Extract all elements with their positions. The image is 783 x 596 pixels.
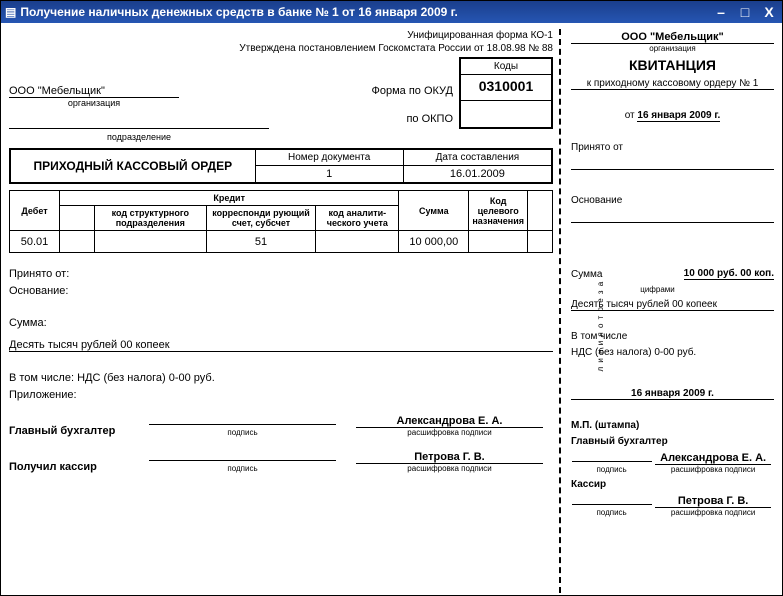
basis: Основание: [9,285,553,297]
td-target [469,231,528,253]
sum-words: Десять тысяч рублей 00 копеек [9,339,553,352]
form-name: Унифицированная форма КО-1 [9,29,553,42]
td-corr: 51 [206,231,316,253]
th-sum: Сумма [399,191,469,231]
r-date-prefix: от [625,110,635,121]
okud-label: Форма по ОКУД [372,77,454,105]
chief-name: Александрова Е. А. [356,415,542,428]
window: ▤ Получение наличных денежных средств в … [0,0,783,596]
approval-text: Утверждена постановлением Госкомстата Ро… [9,42,553,55]
sum-label: Сумма: [9,317,553,329]
td-debit: 50.01 [10,231,60,253]
r-received-from: Принято от [571,142,774,153]
codes-header: Коды [461,59,551,75]
td-struct [95,231,207,253]
r-cashier: Кассир [571,479,774,490]
org-caption: организация [9,98,179,108]
doc-title: ПРИХОДНЫЙ КАССОВЫЙ ОРДЕР [11,150,256,182]
r-date: 16 января 2009 г. [637,110,720,122]
minimize-button[interactable]: – [712,4,730,20]
th-debit: Дебет [10,191,60,231]
r-cashier-name: Петрова Г. В. [655,495,771,508]
close-button[interactable]: X [760,4,778,20]
r-sum-value: 10 000 руб. 00 коп. [684,268,774,280]
chief-signature-row: Главный бухгалтер подпись Александрова Е… [9,415,553,437]
division-caption: подразделение [9,132,269,142]
app-icon: ▤ [5,5,16,19]
th-target: Код целевого назначения [469,191,528,231]
r-chief-sig: подпись Александрова Е. А.расшифровка по… [571,452,774,474]
division-value [9,128,269,129]
r-date2: 16 января 2009 г. [571,388,774,400]
th-credit: Кредит [60,191,399,206]
window-title: Получение наличных денежных средств в ба… [20,5,712,19]
r-stamp: М.П. (штампа) [571,420,774,431]
maximize-button[interactable]: □ [736,4,754,20]
r-org-name: ООО "Мебельщик" [571,31,774,44]
okpo-label: по ОКПО [372,105,454,133]
th-blank2 [60,206,95,231]
titlebar[interactable]: ▤ Получение наличных денежных средств в … [1,1,782,23]
cut-line-label: л и н и я о т р е з а [596,281,605,372]
r-chief-name: Александрова Е. А. [655,452,771,465]
order-section: Унифицированная форма КО-1 Утверждена по… [9,29,559,593]
attachment-label: Приложение: [9,389,553,401]
r-basis: Основание [571,195,774,206]
doc-num-label: Номер документа [256,150,403,166]
sig-caption2: подпись [139,464,346,473]
td-blank [60,231,95,253]
org-name: ООО "Мебельщик" [9,85,179,98]
name-caption: расшифровка подписи [346,428,553,437]
chief-acc-label: Главный бухгалтер [9,425,139,437]
td-anal [316,231,399,253]
name-caption2: расшифровка подписи [346,464,553,473]
th-corr: корреспонди рующий счет, субсчет [206,206,316,231]
doc-num-value: 1 [256,166,403,182]
r-sum-label: Сумма [571,269,602,280]
okud-value: 0310001 [461,75,551,101]
sig-caption: подпись [139,428,346,437]
th-anal: код аналити- ческого учета [316,206,399,231]
received-from: Принято от: [9,268,553,280]
doc-date-label: Дата составления [404,150,551,166]
doc-title-row: ПРИХОДНЫЙ КАССОВЫЙ ОРДЕР Номер документа… [9,148,553,184]
th-struct: код структурного подразделения [95,206,207,231]
td-sum: 10 000,00 [399,231,469,253]
cashier-label: Получил кассир [9,461,139,473]
r-org-caption: организация [571,44,774,53]
document-content: Унифицированная форма КО-1 Утверждена по… [1,23,782,595]
incl-label: В том числе: НДС (без налога) 0-00 руб. [9,372,553,384]
doc-date-value: 16.01.2009 [404,166,551,182]
r-cashier-sig: подпись Петрова Г. В.расшифровка подписи [571,495,774,517]
cashier-name: Петрова Г. В. [356,451,542,464]
r-title: КВИТАНЦИЯ [571,57,774,73]
cashier-signature-row: Получил кассир подпись Петрова Г. В.расш… [9,451,553,473]
okpo-value [461,101,551,127]
th-blank [528,191,553,231]
credit-table: Дебет Кредит Сумма Код целевого назначен… [9,190,553,253]
receipt-section: л и н и я о т р е з а ООО "Мебельщик" ор… [559,29,774,593]
r-chief-acc: Главный бухгалтер [571,436,774,447]
r-to-order: к приходному кассовому ордеру № 1 [571,78,774,90]
td-blank2 [528,231,553,253]
